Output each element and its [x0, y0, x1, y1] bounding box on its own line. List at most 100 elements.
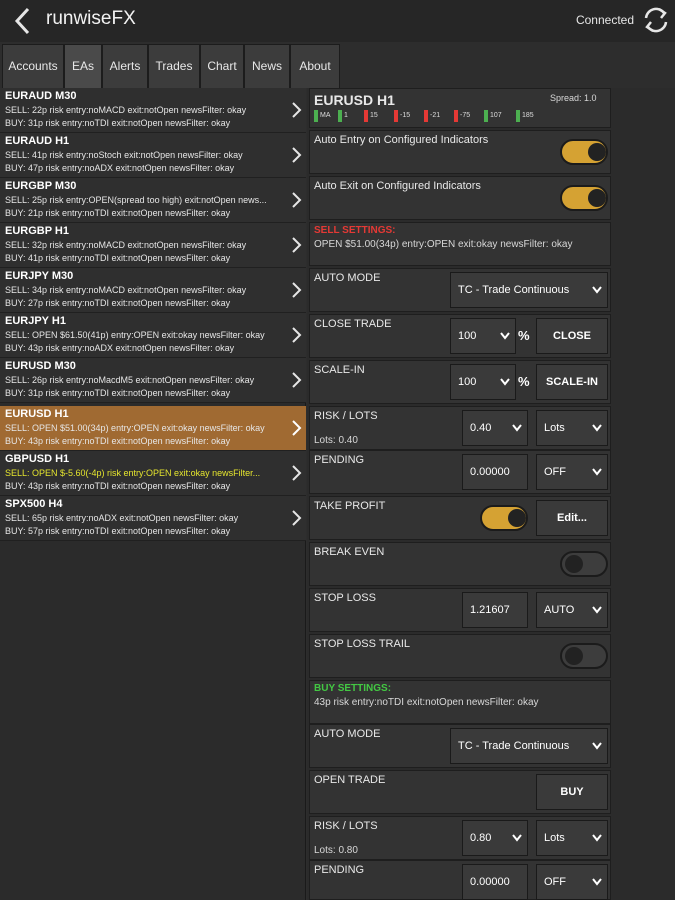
sell-risk-lots-label: RISK / LOTS	[314, 410, 378, 422]
ea-buy-status: BUY: 43p risk entry:noADX exit:notOpen n…	[5, 343, 235, 353]
scale-in-row: SCALE-IN 100 % SCALE-IN	[309, 360, 611, 404]
stop-loss-row: STOP LOSS 1.21607 AUTO	[309, 588, 611, 632]
tab-trades[interactable]: Trades	[148, 44, 200, 88]
close-button[interactable]: CLOSE	[536, 318, 608, 354]
back-button[interactable]	[8, 4, 38, 38]
sell-auto-mode-select[interactable]: TC - Trade Continuous	[450, 272, 608, 308]
ea-name: EURUSD M30	[5, 360, 76, 372]
stop-loss-trail-toggle[interactable]	[560, 643, 608, 669]
take-profit-row: TAKE PROFIT Edit...	[309, 496, 611, 540]
chevron-right-icon	[292, 102, 302, 118]
ea-sell-status: SELL: 22p risk entry:noMACD exit:notOpen…	[5, 105, 247, 115]
buy-pending-row: PENDING 0.00000 OFF	[309, 860, 611, 900]
auto-exit-toggle[interactable]	[560, 185, 608, 211]
scale-in-button[interactable]: SCALE-IN	[536, 364, 608, 400]
ea-list-item[interactable]: SPX500 H4 SELL: 65p risk entry:noADX exi…	[0, 496, 306, 541]
take-profit-toggle[interactable]	[480, 505, 528, 531]
chevron-down-icon	[592, 742, 602, 750]
ea-buy-status: BUY: 21p risk entry:noTDI exit:notOpen n…	[5, 208, 231, 218]
ea-list-item[interactable]: EURJPY H1 SELL: OPEN $61.50(41p) entry:O…	[0, 313, 306, 358]
ea-name: EURJPY H1	[5, 315, 66, 327]
indicator-adx: -21	[424, 110, 452, 122]
sell-risk-select[interactable]: 0.40	[462, 410, 528, 446]
stop-loss-mode-select[interactable]: AUTO	[536, 592, 608, 628]
tab-about[interactable]: About	[290, 44, 340, 88]
ea-list-item[interactable]: GBPUSD H1 SELL: OPEN $-5.60(-4p) risk en…	[0, 451, 306, 496]
buy-status: 43p risk entry:noTDI exit:notOpen newsFi…	[314, 697, 539, 708]
tab-strip: Accounts EAs Alerts Trades Chart News Ab…	[0, 42, 675, 88]
break-even-toggle[interactable]	[560, 551, 608, 577]
ea-list-item[interactable]: EURJPY M30 SELL: 34p risk entry:noMACD e…	[0, 268, 306, 313]
break-even-label: BREAK EVEN	[314, 546, 385, 558]
sell-pending-input[interactable]: 0.00000	[462, 454, 528, 490]
tab-accounts[interactable]: Accounts	[2, 44, 64, 88]
ea-buy-status: BUY: 43p risk entry:noTDI exit:notOpen n…	[5, 436, 231, 446]
buy-risk-unit-select[interactable]: Lots	[536, 820, 608, 856]
indicator-ma: MA	[314, 110, 338, 122]
tab-chart[interactable]: Chart	[200, 44, 244, 88]
ea-sell-status: SELL: 41p risk entry:noStoch exit:notOpe…	[5, 150, 243, 160]
sell-auto-mode-label: AUTO MODE	[314, 272, 381, 284]
chevron-down-icon	[512, 424, 522, 432]
ea-name: EURAUD H1	[5, 135, 70, 147]
buy-button[interactable]: BUY	[536, 774, 608, 810]
tab-eas[interactable]: EAs	[64, 44, 102, 88]
ea-name: EURJPY M30	[5, 270, 74, 282]
chevron-down-icon	[592, 424, 602, 432]
sell-pending-mode-select[interactable]: OFF	[536, 454, 608, 490]
indicator-4: 107	[484, 110, 514, 122]
ea-sell-status: SELL: 25p risk entry:OPEN(spread too hig…	[5, 195, 267, 205]
ea-list-item[interactable]: EURGBP H1 SELL: 32p risk entry:noMACD ex…	[0, 223, 306, 268]
stop-loss-trail-label: STOP LOSS TRAIL	[314, 638, 410, 650]
ea-list-item[interactable]: EURUSD M30 SELL: 26p risk entry:noMacdM5…	[0, 358, 306, 403]
tab-news[interactable]: News	[244, 44, 290, 88]
ea-sell-status: SELL: 32p risk entry:noMACD exit:notOpen…	[5, 240, 247, 250]
ea-list-item[interactable]: EURAUD M30 SELL: 22p risk entry:noMACD e…	[0, 88, 306, 133]
spread-label: Spread: 1.0	[550, 93, 597, 103]
ea-buy-status: BUY: 31p risk entry:noTDI exit:notOpen n…	[5, 388, 231, 398]
take-profit-edit-button[interactable]: Edit...	[536, 500, 608, 536]
chevron-down-icon	[592, 468, 602, 476]
buy-auto-mode-label: AUTO MODE	[314, 728, 381, 740]
break-even-row: BREAK EVEN	[309, 542, 611, 586]
ea-list-item[interactable]: EURGBP M30 SELL: 25p risk entry:OPEN(spr…	[0, 178, 306, 223]
ea-name: EURGBP H1	[5, 225, 69, 237]
buy-risk-unit: Lots	[544, 832, 565, 844]
auto-entry-toggle[interactable]	[560, 139, 608, 165]
ea-sell-status: SELL: 26p risk entry:noMacdM5 exit:notOp…	[5, 375, 255, 385]
ea-list-item-selected[interactable]: EURUSD H1 SELL: OPEN $51.00(34p) entry:O…	[0, 406, 306, 451]
buy-risk-select[interactable]: 0.80	[462, 820, 528, 856]
buy-settings-heading: BUY SETTINGS:	[314, 683, 392, 694]
scale-percent-select[interactable]: 100	[450, 364, 516, 400]
sell-pending-label: PENDING	[314, 454, 365, 466]
buy-pending-mode-select[interactable]: OFF	[536, 864, 608, 900]
indicator-value: -15	[400, 112, 411, 119]
buy-lots-text: Lots: 0.80	[314, 845, 358, 856]
open-trade-label: OPEN TRADE	[314, 774, 386, 786]
chevron-down-icon	[592, 286, 602, 294]
buy-auto-mode-value: TC - Trade Continuous	[458, 740, 570, 752]
sell-settings-heading: SELL SETTINGS:	[314, 225, 396, 236]
indicator-value: -75	[460, 112, 471, 119]
sell-auto-mode-row: AUTO MODE TC - Trade Continuous	[309, 268, 611, 312]
sell-risk-unit-select[interactable]: Lots	[536, 410, 608, 446]
stop-loss-label: STOP LOSS	[314, 592, 376, 604]
buy-pending-input[interactable]: 0.00000	[462, 864, 528, 900]
indicator-1: 1	[338, 110, 362, 122]
tab-alerts[interactable]: Alerts	[102, 44, 148, 88]
refresh-button[interactable]	[640, 4, 672, 36]
buy-auto-mode-select[interactable]: TC - Trade Continuous	[450, 728, 608, 764]
close-trade-row: CLOSE TRADE 100 % CLOSE	[309, 314, 611, 358]
buy-auto-mode-row: AUTO MODE TC - Trade Continuous	[309, 724, 611, 768]
sell-pending-row: PENDING 0.00000 OFF	[309, 450, 611, 494]
refresh-icon	[644, 7, 668, 33]
chevron-right-icon	[292, 147, 302, 163]
buy-risk-value: 0.80	[470, 832, 492, 844]
ea-list-item[interactable]: EURAUD H1 SELL: 41p risk entry:noStoch e…	[0, 133, 306, 178]
symbol-title: EURUSD H1	[314, 92, 395, 108]
stop-loss-input[interactable]: 1.21607	[462, 592, 528, 628]
ea-buy-status: BUY: 27p risk entry:noTDI exit:notOpen n…	[5, 298, 231, 308]
chevron-right-icon	[292, 372, 302, 388]
ea-buy-status: BUY: 41p risk entry:noTDI exit:notOpen n…	[5, 253, 231, 263]
close-percent-select[interactable]: 100	[450, 318, 516, 354]
